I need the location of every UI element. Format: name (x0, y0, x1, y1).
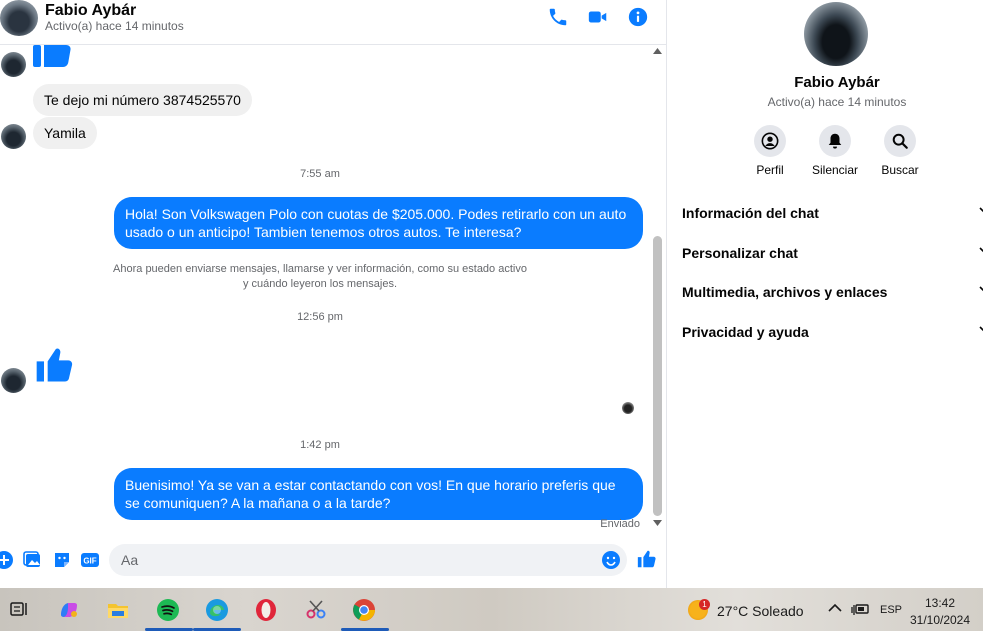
file-explorer-icon[interactable] (106, 598, 130, 622)
weather-widget[interactable]: 27°C Soleado (717, 603, 804, 619)
section-label: Información del chat (682, 205, 819, 221)
message-composer: GIF (0, 540, 666, 585)
chevron-down-icon (979, 286, 983, 293)
read-receipt-avatar (622, 402, 634, 414)
chevron-down-icon (979, 247, 983, 254)
section-customize-chat[interactable]: Personalizar chat (682, 239, 983, 269)
section-label: Multimedia, archivos y enlaces (682, 284, 888, 300)
weather-notification-badge: 1 (699, 599, 710, 610)
incoming-message[interactable]: Yamila (33, 117, 97, 149)
info-icon[interactable] (627, 6, 649, 28)
chrome-browser-icon[interactable] (352, 598, 376, 622)
gif-label: GIF (83, 557, 96, 566)
message-scrollbar[interactable] (650, 45, 666, 535)
edge-browser-icon[interactable] (205, 598, 229, 622)
profile-photo[interactable] (804, 2, 868, 66)
chevron-down-icon (979, 207, 983, 214)
like-thumb-icon[interactable] (32, 343, 78, 387)
incoming-message[interactable]: Te dejo mi número 3874525570 (33, 84, 252, 116)
bell-icon[interactable] (819, 125, 851, 157)
section-privacy-help[interactable]: Privacidad y ayuda (682, 318, 983, 348)
send-like-icon[interactable] (636, 548, 656, 568)
message-input[interactable] (109, 544, 627, 576)
profile-name[interactable]: Fabio Aybár (667, 74, 983, 91)
outgoing-message[interactable]: Buenisimo! Ya se van a estar contactando… (114, 468, 643, 520)
windows-taskbar: 1 27°C Soleado ESP 13:42 31/10/2024 (0, 588, 983, 631)
plus-icon[interactable] (0, 550, 14, 570)
contact-status: Activo(a) hace 14 minutos (45, 19, 184, 33)
contact-avatar-small[interactable] (1, 124, 26, 149)
snipping-tool-icon[interactable] (304, 598, 328, 622)
scroll-up-arrow-icon[interactable] (653, 48, 662, 55)
search-action-label: Buscar (881, 163, 919, 177)
profile-icon[interactable] (754, 125, 786, 157)
clock-date: 31/10/2024 (909, 613, 971, 627)
sticker-icon[interactable] (52, 550, 72, 570)
system-notice-line: Ahora pueden enviarse mensajes, llamarse… (113, 263, 527, 275)
system-notice-line: y cuándo leyeron los mensajes. (242, 278, 398, 290)
task-view-icon[interactable] (8, 598, 32, 622)
mute-action[interactable]: Silenciar (805, 125, 865, 177)
chat-info-panel: Fabio Aybár Activo(a) hace 14 minutos Pe… (667, 0, 983, 588)
system-notice: Ahora pueden enviarse mensajes, llamarse… (90, 262, 550, 292)
profile-status: Activo(a) hace 14 minutos (767, 95, 907, 109)
profile-action-label: Perfil (756, 163, 784, 177)
scrollbar-thumb[interactable] (653, 236, 662, 516)
section-label: Privacidad y ayuda (682, 324, 809, 340)
contact-avatar-small[interactable] (1, 368, 26, 393)
message-list[interactable]: Te dejo mi número 3874525570 Yamila 7:55… (0, 45, 650, 535)
search-action[interactable]: Buscar (870, 125, 930, 177)
network-battery-icon[interactable] (851, 602, 869, 616)
opera-browser-icon[interactable] (254, 598, 278, 622)
system-clock[interactable]: 13:42 31/10/2024 (905, 595, 975, 629)
chevron-down-icon (979, 326, 983, 333)
contact-avatar-small[interactable] (1, 52, 26, 77)
section-media-files[interactable]: Multimedia, archivos y enlaces (682, 278, 983, 308)
spotify-icon[interactable] (156, 598, 180, 622)
like-thumb-icon[interactable] (32, 41, 78, 71)
emoji-icon[interactable] (601, 550, 621, 570)
input-language[interactable]: ESP (880, 604, 902, 616)
chat-header: Fabio Aybár Activo(a) hace 14 minutos (0, 0, 666, 45)
message-timestamp: 1:42 pm (300, 439, 340, 451)
message-timestamp: 12:56 pm (297, 311, 343, 323)
copilot-icon[interactable] (57, 598, 81, 622)
contact-avatar[interactable] (0, 0, 38, 36)
search-icon[interactable] (884, 125, 916, 157)
message-timestamp: 7:55 am (300, 168, 340, 180)
chevron-up-icon[interactable] (828, 603, 842, 613)
scroll-down-arrow-icon[interactable] (653, 520, 662, 527)
profile-action[interactable]: Perfil (740, 125, 800, 177)
outgoing-message[interactable]: Hola! Son Volkswagen Polo con cuotas de … (114, 197, 643, 249)
phone-call-icon[interactable] (547, 6, 569, 28)
gif-icon[interactable]: GIF (80, 550, 100, 570)
section-chat-info[interactable]: Información del chat (682, 199, 983, 229)
section-label: Personalizar chat (682, 245, 798, 261)
video-call-icon[interactable] (587, 6, 609, 28)
contact-name[interactable]: Fabio Aybár (45, 2, 136, 20)
mute-action-label: Silenciar (811, 163, 859, 177)
clock-time: 13:42 (924, 596, 956, 610)
gallery-icon[interactable] (23, 550, 43, 570)
delivery-status: Enviado (600, 518, 640, 530)
